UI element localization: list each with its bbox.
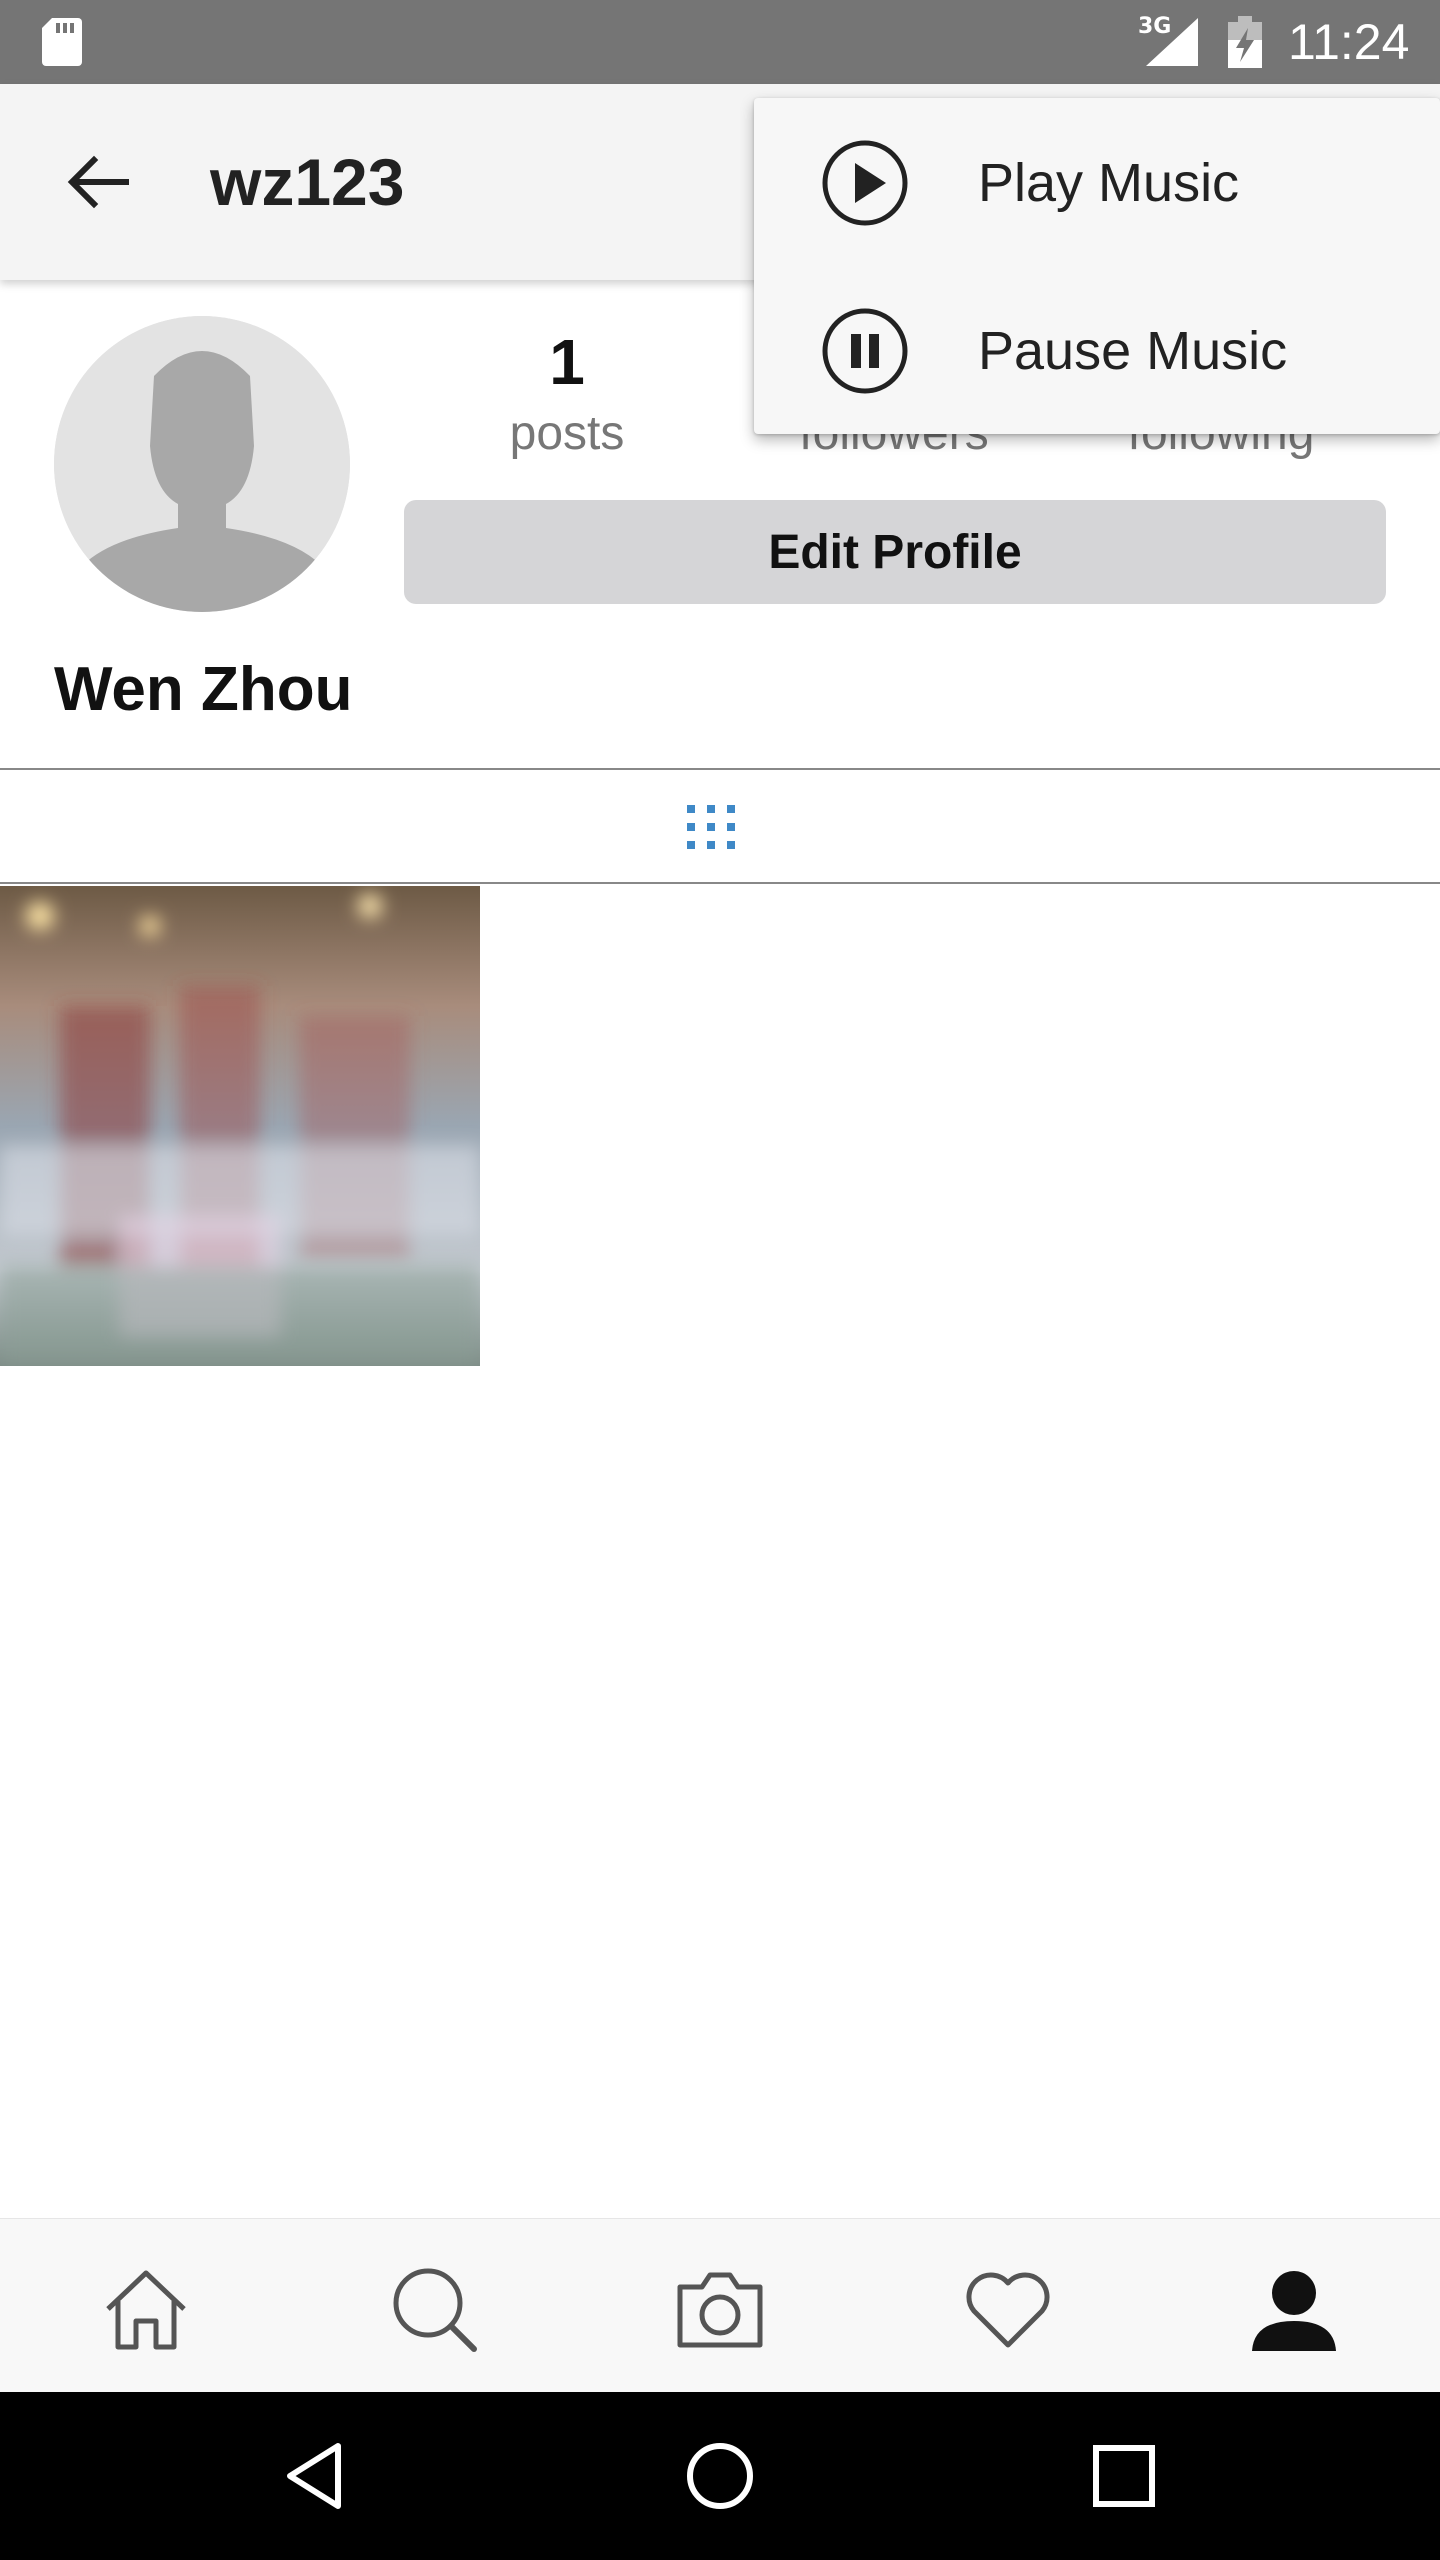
photo-thumbnail	[0, 886, 480, 1366]
posts-count: 1	[549, 326, 585, 398]
sd-card-icon	[42, 18, 82, 66]
pause-circle-icon	[822, 308, 908, 394]
back-triangle-icon[interactable]	[276, 2436, 356, 2516]
edit-profile-button[interactable]: Edit Profile	[404, 500, 1386, 604]
posts-view-tabs	[0, 768, 1440, 884]
camera-icon[interactable]	[670, 2259, 770, 2359]
status-bar: 3G 11:24	[0, 0, 1440, 84]
recents-square-icon[interactable]	[1084, 2436, 1164, 2516]
bottom-navigation	[0, 2218, 1440, 2393]
pause-music-item[interactable]: Pause Music	[754, 266, 1440, 434]
music-menu: Play Music Pause Music	[754, 98, 1440, 434]
battery-charging-icon	[1228, 16, 1262, 68]
play-circle-icon	[822, 140, 908, 226]
pause-music-label: Pause Music	[978, 321, 1288, 381]
default-avatar-icon	[54, 316, 350, 612]
arrow-left-icon[interactable]	[60, 144, 136, 220]
post-thumbnail[interactable]	[0, 886, 480, 1366]
posts-stat[interactable]: 1 posts	[402, 320, 732, 464]
play-music-label: Play Music	[978, 153, 1240, 213]
avatar[interactable]	[54, 316, 350, 612]
signal-icon	[1146, 18, 1198, 66]
system-navigation	[0, 2392, 1440, 2560]
heart-icon[interactable]	[958, 2259, 1058, 2359]
search-icon[interactable]	[384, 2259, 484, 2359]
display-name: Wen Zhou	[54, 655, 353, 724]
home-circle-icon[interactable]	[680, 2436, 760, 2516]
home-icon[interactable]	[96, 2259, 196, 2359]
username-title: wz123	[210, 145, 405, 219]
play-music-item[interactable]: Play Music	[754, 98, 1440, 266]
clock: 11:24	[1288, 14, 1410, 70]
profile-icon[interactable]	[1244, 2259, 1344, 2359]
grid-icon[interactable]	[686, 804, 736, 850]
posts-label: posts	[509, 407, 625, 460]
